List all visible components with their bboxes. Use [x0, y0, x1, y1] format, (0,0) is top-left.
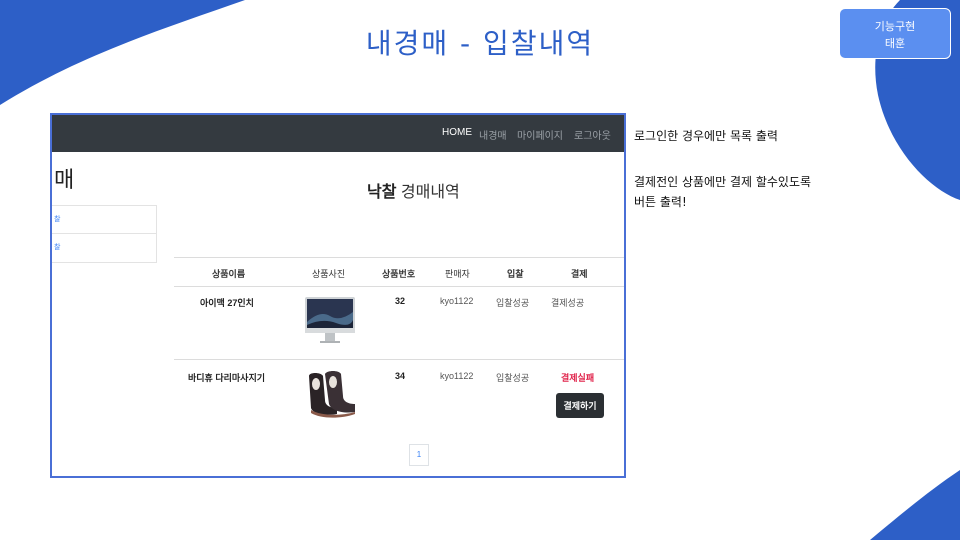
- feature-badge: 기능구현 태훈: [839, 8, 951, 59]
- row1-number: 32: [395, 296, 406, 306]
- nav-mypage[interactable]: 마이페이지: [517, 127, 563, 142]
- sidebar-link-1[interactable]: 찰: [52, 206, 156, 234]
- note-pay-line1: 결제전인 상품에만 결제 할수있도록: [634, 175, 812, 189]
- row1-name[interactable]: 아이맥 27인치: [200, 296, 254, 309]
- row2-number: 34: [395, 371, 406, 381]
- col-header-photo: 상품사진: [312, 269, 346, 279]
- pagination-page[interactable]: 1: [409, 444, 429, 466]
- heading-bold: 낙찰: [367, 184, 397, 201]
- sidebar-links: 찰 찰: [52, 205, 157, 263]
- col-header-number: 상품번호: [382, 269, 416, 279]
- row-divider: [174, 359, 624, 360]
- col-header-payment: 결제: [571, 269, 588, 279]
- sidebar-link-2[interactable]: 찰: [52, 234, 156, 262]
- slide-title: 내경매 - 입찰내역: [365, 27, 595, 60]
- row2-bid: 입찰성공: [496, 373, 530, 383]
- col-header-seller: 판매자: [445, 269, 470, 279]
- sidebar-title: 매: [54, 167, 75, 192]
- heading-rest: 경매내역: [396, 184, 460, 201]
- table-top-border: [174, 257, 624, 258]
- row2-payment-status: 결제실패: [561, 373, 595, 383]
- page-heading: 낙찰 경매내역: [367, 178, 460, 202]
- badge-line2: 태훈: [884, 37, 906, 50]
- nav-logout[interactable]: 로그아웃: [574, 127, 611, 142]
- header-divider: [174, 286, 624, 287]
- nav-my-auction[interactable]: 내경매: [479, 127, 507, 142]
- row2-seller: kyo1122: [440, 371, 474, 381]
- screenshot-frame: HOME 내경매 마이페이지 로그아웃 매 찰 찰 낙찰 경매내역 상품이름 상…: [50, 113, 626, 478]
- row1-bid: 입찰성공: [496, 298, 530, 308]
- imac-image: [305, 297, 355, 343]
- row2-name[interactable]: 바디휴 다리마사지기: [188, 371, 265, 384]
- col-header-name: 상품이름: [212, 269, 246, 279]
- navbar: HOME 내경매 마이페이지 로그아웃: [52, 115, 624, 152]
- pay-button[interactable]: 결제하기: [556, 393, 604, 418]
- row1-payment: 결제성공: [551, 298, 585, 308]
- note-pay-line2: 버튼 출력!: [634, 195, 687, 209]
- nav-home[interactable]: HOME: [442, 127, 472, 138]
- leg-massager-image: [309, 371, 355, 418]
- badge-line1: 기능구현: [874, 20, 916, 33]
- row1-seller: kyo1122: [440, 296, 474, 306]
- note-login: 로그인한 경우에만 목록 출력: [634, 129, 778, 143]
- col-header-bid: 입찰: [507, 269, 524, 279]
